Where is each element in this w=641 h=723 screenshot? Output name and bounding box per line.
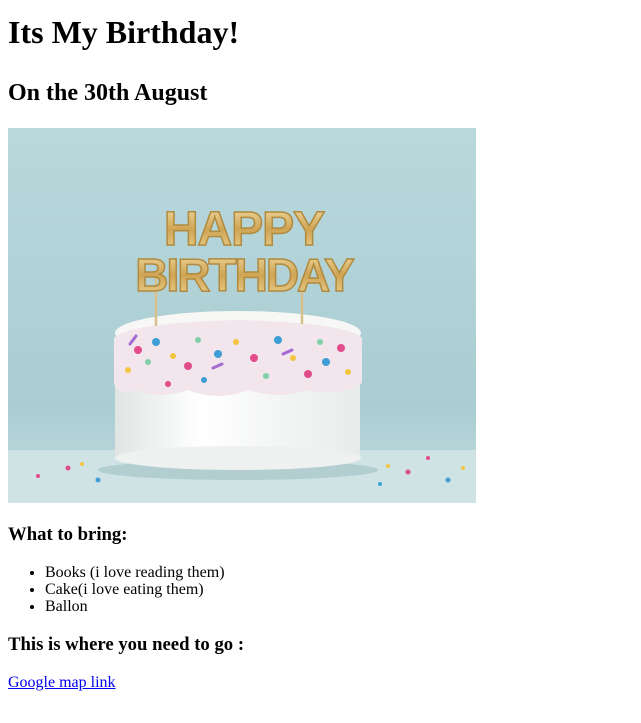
- what-to-bring-heading: What to bring:: [8, 524, 128, 545]
- event-date: On the 30th August: [8, 80, 208, 106]
- location-heading: This is where you need to go :: [8, 634, 245, 655]
- list-item: Books (i love reading them): [45, 564, 633, 581]
- page-title: Its My Birthday!: [8, 14, 240, 50]
- list-item: Ballon: [45, 598, 633, 615]
- map-link-paragraph: Google map link: [8, 674, 633, 692]
- birthday-cake-image: HAPPY BIRTHDAY: [8, 128, 476, 503]
- bring-list: Books (i love reading them) Cake(i love …: [8, 564, 633, 615]
- list-item: Cake(i love eating them): [45, 581, 633, 598]
- topper-line-2: BIRTHDAY: [135, 249, 354, 301]
- google-map-link[interactable]: Google map link: [8, 674, 116, 691]
- page: Its My Birthday! On the 30th August HAPP…: [0, 0, 641, 692]
